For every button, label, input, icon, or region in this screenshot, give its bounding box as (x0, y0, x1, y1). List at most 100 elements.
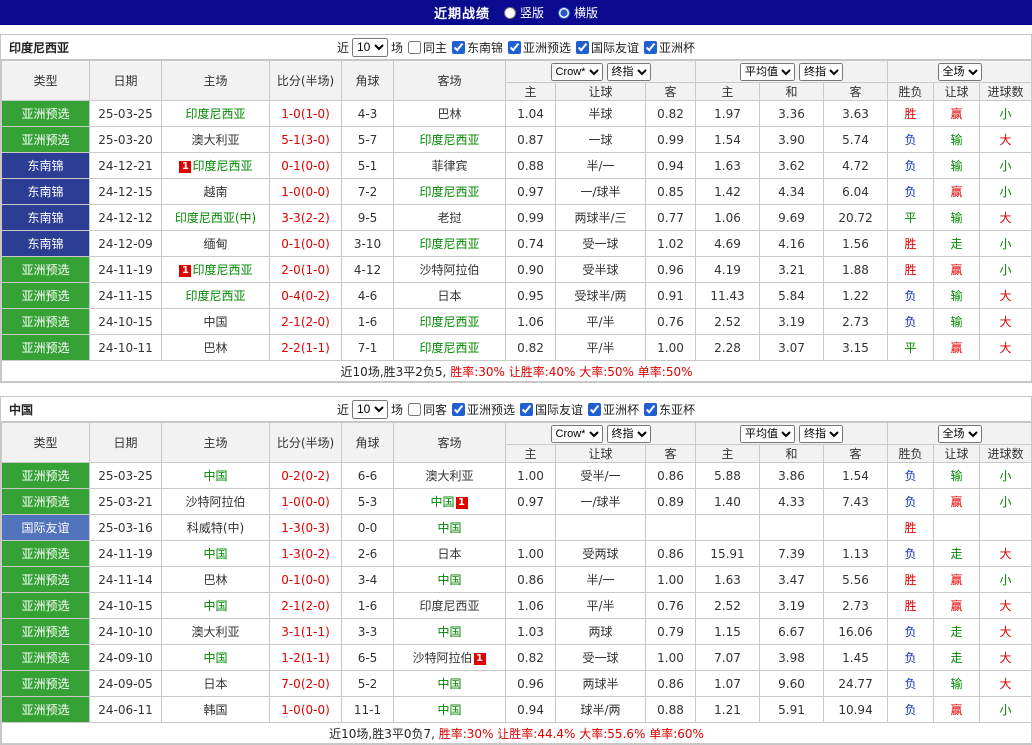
competition-checkbox[interactable] (644, 41, 657, 54)
red-card-badge: 1 (474, 653, 486, 665)
odds-cell: 两球半/三 (556, 205, 646, 231)
competition-cell: 亚洲预选 (2, 101, 90, 127)
result-cell: 输 (934, 127, 980, 153)
same-venue-checkbox[interactable] (408, 403, 421, 416)
match-row: 亚洲预选25-03-20澳大利亚5-1(3-0)5-7印度尼西亚0.87一球0.… (2, 127, 1032, 153)
filter-competition[interactable]: 东南锦 (452, 39, 503, 56)
home-team-cell: 沙特阿拉伯 (162, 489, 270, 515)
odds-cell: 0.82 (646, 101, 696, 127)
odds-cell: 1.00 (646, 335, 696, 361)
sub-header: 主 (506, 83, 556, 101)
filter-competition[interactable]: 国际友谊 (576, 39, 639, 56)
odds-cell: 0.82 (506, 335, 556, 361)
avg-odds-cell: 1.63 (696, 567, 760, 593)
view-radio-input[interactable] (558, 7, 570, 19)
corner-cell: 1-6 (342, 593, 394, 619)
col-header: 类型 (2, 423, 90, 463)
result-cell: 小 (980, 153, 1032, 179)
odds-source-select[interactable]: Crow* (551, 63, 603, 81)
filter-competition[interactable]: 亚洲杯 (644, 39, 695, 56)
team-label: 中国 (203, 469, 227, 483)
view-radio-input[interactable] (504, 7, 516, 19)
sub-header: 让球 (934, 83, 980, 101)
score-cell: 0-1(0-0) (270, 231, 342, 257)
sub-header: 客 (646, 83, 696, 101)
sub-header: 主 (696, 445, 760, 463)
view-radio-vertical[interactable]: 竖版 (504, 4, 544, 21)
result-cell: 胜 (888, 515, 934, 541)
filter-competition[interactable]: 亚洲杯 (588, 401, 639, 418)
corner-cell: 7-1 (342, 335, 394, 361)
score-cell: 0-2(0-2) (270, 463, 342, 489)
avg-odds-cell: 3.47 (760, 567, 824, 593)
view-radio-label: 横版 (574, 4, 598, 21)
team-label: 中国 (203, 315, 227, 329)
competition-checkbox[interactable] (508, 41, 521, 54)
odds-cell: 半/一 (556, 567, 646, 593)
result-cell (980, 515, 1032, 541)
date-cell: 25-03-16 (90, 515, 162, 541)
team-label: 老挝 (437, 211, 461, 225)
score-cell: 0-4(0-2) (270, 283, 342, 309)
avg-odds-cell (696, 515, 760, 541)
date-cell: 24-12-21 (90, 153, 162, 179)
odds-cell: 0.99 (646, 127, 696, 153)
home-team-cell: 印度尼西亚(中) (162, 205, 270, 231)
avg-source-select[interactable]: 平均值 (740, 63, 795, 81)
view-radio-label: 竖版 (520, 4, 544, 21)
avg-odds-cell: 15.91 (696, 541, 760, 567)
avg-odds-cell: 3.19 (760, 309, 824, 335)
same-venue-checkbox[interactable] (408, 41, 421, 54)
filter-competition[interactable]: 东亚杯 (644, 401, 695, 418)
same-venue-label: 同客 (423, 401, 447, 418)
avg-odds-cell: 7.07 (696, 645, 760, 671)
avg-odds-cell: 7.43 (824, 489, 888, 515)
competition-checkbox[interactable] (452, 41, 465, 54)
avg-odds-cell: 1.21 (696, 697, 760, 723)
team-label: 菲律宾 (431, 159, 467, 173)
competition-checkbox[interactable] (588, 403, 601, 416)
filter-same-venue[interactable]: 同客 (408, 401, 447, 418)
odds-stage-select[interactable]: 终指 (607, 425, 651, 443)
competition-checkbox[interactable] (452, 403, 465, 416)
avg-source-select[interactable]: 平均值 (740, 425, 795, 443)
avg-odds-cell: 2.73 (824, 593, 888, 619)
scope-select[interactable]: 全场 (938, 425, 982, 443)
recent-label: 近 (337, 401, 349, 418)
avg-stage-select[interactable]: 终指 (799, 425, 843, 443)
odds-cell: 0.76 (646, 593, 696, 619)
recent-count-select[interactable]: 10 (352, 38, 388, 57)
competition-checkbox[interactable] (520, 403, 533, 416)
filter-competition[interactable]: 亚洲预选 (508, 39, 571, 56)
corner-cell: 5-1 (342, 153, 394, 179)
competition-checkbox[interactable] (576, 41, 589, 54)
avg-stage-select[interactable]: 终指 (799, 63, 843, 81)
scope-select[interactable]: 全场 (938, 63, 982, 81)
odds-source-select[interactable]: Crow* (551, 425, 603, 443)
avg-odds-cell: 1.07 (696, 671, 760, 697)
team-label: 印度尼西亚 (419, 341, 479, 355)
away-team-cell: 沙特阿拉伯1 (394, 645, 506, 671)
result-cell: 胜 (888, 231, 934, 257)
avg-odds-cell: 1.06 (696, 205, 760, 231)
filter-competition[interactable]: 亚洲预选 (452, 401, 515, 418)
home-team-cell: 澳大利亚 (162, 619, 270, 645)
sub-header: 和 (760, 83, 824, 101)
avg-odds-cell: 4.69 (696, 231, 760, 257)
odds-stage-select[interactable]: 终指 (607, 63, 651, 81)
filter-competition[interactable]: 国际友谊 (520, 401, 583, 418)
away-team-cell: 老挝 (394, 205, 506, 231)
team-label: 巴林 (203, 341, 227, 355)
odds-cell: 0.86 (646, 463, 696, 489)
competition-checkbox[interactable] (644, 403, 657, 416)
filter-same-venue[interactable]: 同主 (408, 39, 447, 56)
result-cell: 赢 (934, 593, 980, 619)
result-cell: 赢 (934, 489, 980, 515)
view-radio-horizontal[interactable]: 横版 (558, 4, 598, 21)
recent-count-select[interactable]: 10 (352, 400, 388, 419)
avg-odds-cell (824, 515, 888, 541)
odds-cell: 半球 (556, 101, 646, 127)
competition-label: 国际友谊 (535, 401, 583, 418)
team-label: 中国 (437, 573, 461, 587)
red-card-badge: 1 (179, 161, 191, 173)
